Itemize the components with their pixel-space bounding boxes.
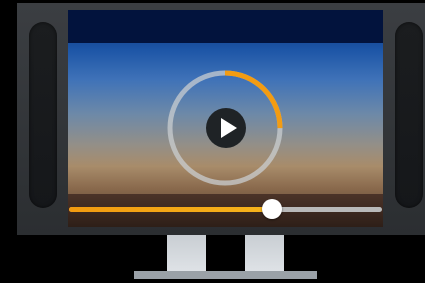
seek-bar-progress [69,207,273,212]
screen-top-bar [68,10,383,43]
seek-bar[interactable] [69,199,382,219]
stand-leg-right [245,235,284,273]
stand-leg-left [167,235,206,273]
stand-base [134,271,317,279]
monitor-illustration [0,0,425,283]
left-speaker [29,22,57,208]
right-speaker [395,22,423,208]
play-icon [221,118,237,138]
play-button[interactable] [206,108,246,148]
